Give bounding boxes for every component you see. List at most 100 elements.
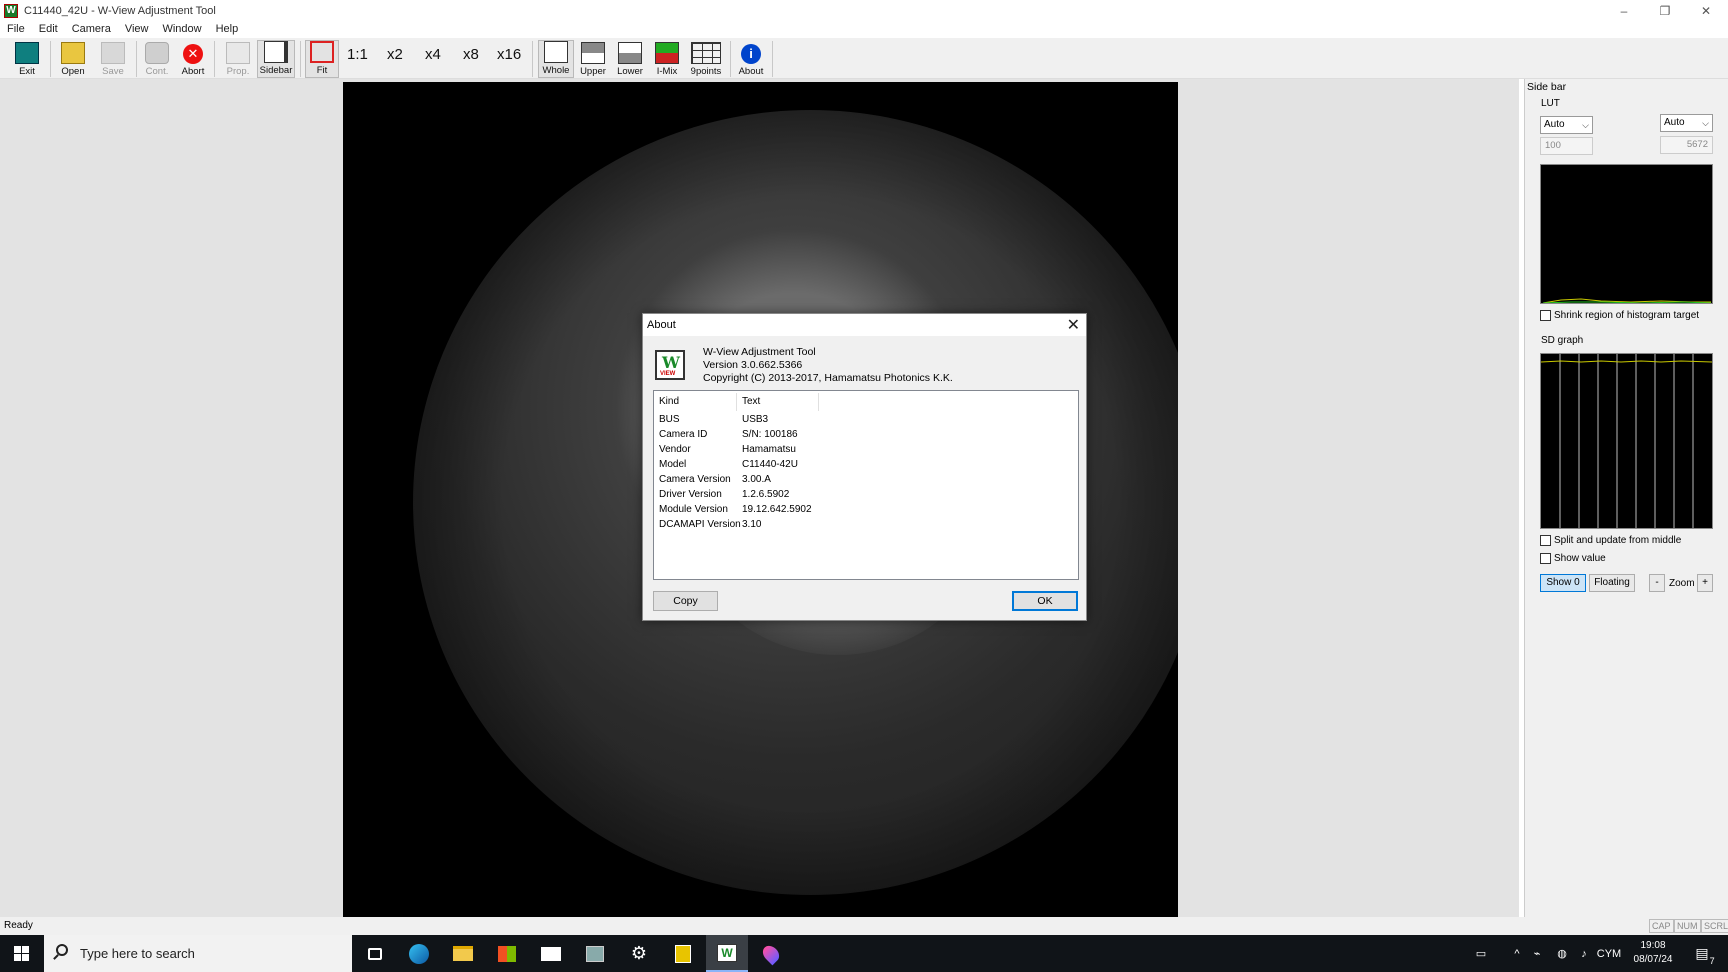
continuous-button[interactable]: Cont. [140, 40, 174, 78]
exit-icon [15, 42, 39, 64]
keyboard-icon[interactable]: ▭ [1466, 935, 1496, 972]
list-item[interactable]: BUS USB3 [654, 414, 1078, 429]
chevron-down-icon: ⌵ [1582, 120, 1589, 130]
menu-bar: File Edit Camera View Window Help [0, 20, 1728, 38]
list-item[interactable]: Camera Version 3.00.A [654, 474, 1078, 489]
sd-graph[interactable] [1540, 353, 1713, 529]
camera-icon [145, 42, 169, 64]
zoom-minus-button[interactable]: - [1649, 574, 1665, 592]
list-item[interactable]: Driver Version 1.2.6.5902 [654, 489, 1078, 504]
imix-icon [655, 42, 679, 64]
properties-button[interactable]: Prop. [220, 40, 256, 78]
notification-icon[interactable]: ▤ 7 [1690, 935, 1714, 972]
maps-icon[interactable] [750, 935, 792, 972]
close-button[interactable]: ✕ [1686, 0, 1726, 22]
menu-file[interactable]: File [0, 23, 32, 35]
settings-icon[interactable]: ⚙ [618, 935, 660, 972]
menu-camera[interactable]: Camera [65, 23, 118, 35]
lut-right-mode-select[interactable]: Auto ⌵ [1660, 114, 1713, 132]
status-bar: Ready CAP NUM SCRL [0, 917, 1728, 935]
minimize-button[interactable]: – [1604, 0, 1644, 22]
shrink-histogram-checkbox[interactable]: Shrink region of histogram target [1540, 310, 1699, 321]
file-explorer-icon[interactable] [442, 935, 484, 972]
show-0-button[interactable]: Show 0 [1540, 574, 1586, 592]
dialog-app-name: W-View Adjustment Tool [703, 346, 816, 358]
taskbar: Type here to search ⚙ W ▭ ^ ⌁ ◍ ♪ CYM 19… [0, 935, 1728, 972]
zoom-label: Zoom [1669, 578, 1695, 589]
column-header-kind[interactable]: Kind [654, 393, 737, 411]
usb-icon[interactable]: ⌁ [1528, 935, 1546, 972]
list-item[interactable]: Module Version 19.12.642.5902 [654, 504, 1078, 519]
side-bar: Side bar LUT Auto ⌵ Auto ⌵ 100 5672 Shrink… [1524, 79, 1728, 917]
histogram-plot [1542, 298, 1712, 303]
ok-button[interactable]: OK [1012, 591, 1078, 611]
list-item[interactable]: Camera ID S/N: 100186 [654, 429, 1078, 444]
task-view-icon[interactable] [354, 935, 396, 972]
copy-button[interactable]: Copy [653, 591, 718, 611]
store-icon[interactable] [486, 935, 528, 972]
cap-indicator: CAP [1649, 919, 1674, 933]
zoom-x8-button[interactable]: x8 [463, 46, 479, 63]
menu-help[interactable]: Help [209, 23, 246, 35]
abort-button[interactable]: ✕ Abort [176, 40, 210, 78]
title-bar: W C11440_42U - W-View Adjustment Tool – … [0, 0, 1728, 22]
lut-max-field[interactable]: 5672 [1660, 136, 1713, 154]
dialog-copyright: Copyright (C) 2013-2017, Hamamatsu Photo… [703, 372, 953, 384]
volume-icon[interactable]: ♪ [1575, 935, 1593, 972]
lower-icon [618, 42, 642, 64]
list-item[interactable]: DCAMAPI Version 3.10 [654, 519, 1078, 534]
network-icon[interactable]: ◍ [1553, 935, 1571, 972]
mail-icon[interactable] [530, 935, 572, 972]
about-button[interactable]: i About [733, 40, 769, 78]
menu-edit[interactable]: Edit [32, 23, 65, 35]
sidebar-header: Side bar [1527, 81, 1567, 93]
fit-button[interactable]: Fit [305, 40, 339, 78]
open-button[interactable]: Open [54, 40, 92, 78]
zoom-1-1-button[interactable]: 1:1 [347, 46, 368, 63]
upper-button[interactable]: Upper [576, 40, 610, 78]
menu-window[interactable]: Window [155, 23, 208, 35]
column-header-text[interactable]: Text [737, 393, 819, 411]
lut-left-mode-select[interactable]: Auto ⌵ [1540, 116, 1593, 134]
info-list[interactable]: Kind Text BUS USB3 Camera ID S/N: 100186 V… [653, 390, 1079, 580]
zoom-plus-button[interactable]: + [1697, 574, 1713, 592]
search-icon [56, 944, 68, 956]
chevron-up-icon[interactable]: ^ [1508, 935, 1526, 972]
list-item[interactable]: Vendor Hamamatsu [654, 444, 1078, 459]
upper-icon [581, 42, 605, 64]
clock[interactable]: 19:08 08/07/24 [1618, 939, 1688, 967]
edge-icon[interactable] [398, 935, 440, 972]
about-dialog: About ✕ W VIEW W-View Adjustment Tool Ve… [642, 313, 1087, 621]
dialog-title: About [647, 319, 676, 331]
app-icon-generic[interactable] [574, 935, 616, 972]
notification-count: 7 [1709, 956, 1715, 966]
restore-button[interactable]: ❐ [1645, 0, 1685, 22]
zoom-x4-button[interactable]: x4 [425, 46, 441, 63]
list-item[interactable]: Model C11440-42U [654, 459, 1078, 474]
app-icon: W [4, 4, 18, 18]
start-button[interactable] [0, 935, 42, 972]
histogram-graph[interactable] [1540, 164, 1713, 304]
split-update-checkbox[interactable]: Split and update from middle [1540, 535, 1681, 546]
save-button[interactable]: Save [94, 40, 132, 78]
taskbar-search[interactable]: Type here to search [44, 935, 352, 972]
floating-button[interactable]: Floating [1589, 574, 1635, 592]
zoom-x16-button[interactable]: x16 [497, 46, 521, 63]
dialog-version: Version 3.0.662.5366 [703, 359, 803, 371]
dialog-close-button[interactable]: ✕ [1067, 315, 1080, 335]
whole-button[interactable]: Whole [538, 40, 574, 78]
menu-view[interactable]: View [118, 23, 156, 35]
lut-min-field[interactable]: 100 [1540, 137, 1593, 155]
abort-icon: ✕ [183, 44, 203, 64]
zoom-x2-button[interactable]: x2 [387, 46, 403, 63]
show-value-checkbox[interactable]: Show value [1540, 553, 1606, 564]
clock-date: 08/07/24 [1633, 954, 1673, 965]
sidebar-toggle-button[interactable]: Sidebar [257, 40, 295, 78]
imix-button[interactable]: I-Mix [651, 40, 683, 78]
exit-button[interactable]: Exit [8, 40, 46, 78]
scrl-indicator: SCRL [1701, 919, 1728, 933]
calculator-icon[interactable] [662, 935, 704, 972]
lower-button[interactable]: Lower [612, 40, 648, 78]
wview-icon[interactable]: W [706, 935, 748, 972]
ninepoints-button[interactable]: 9points [685, 40, 727, 78]
